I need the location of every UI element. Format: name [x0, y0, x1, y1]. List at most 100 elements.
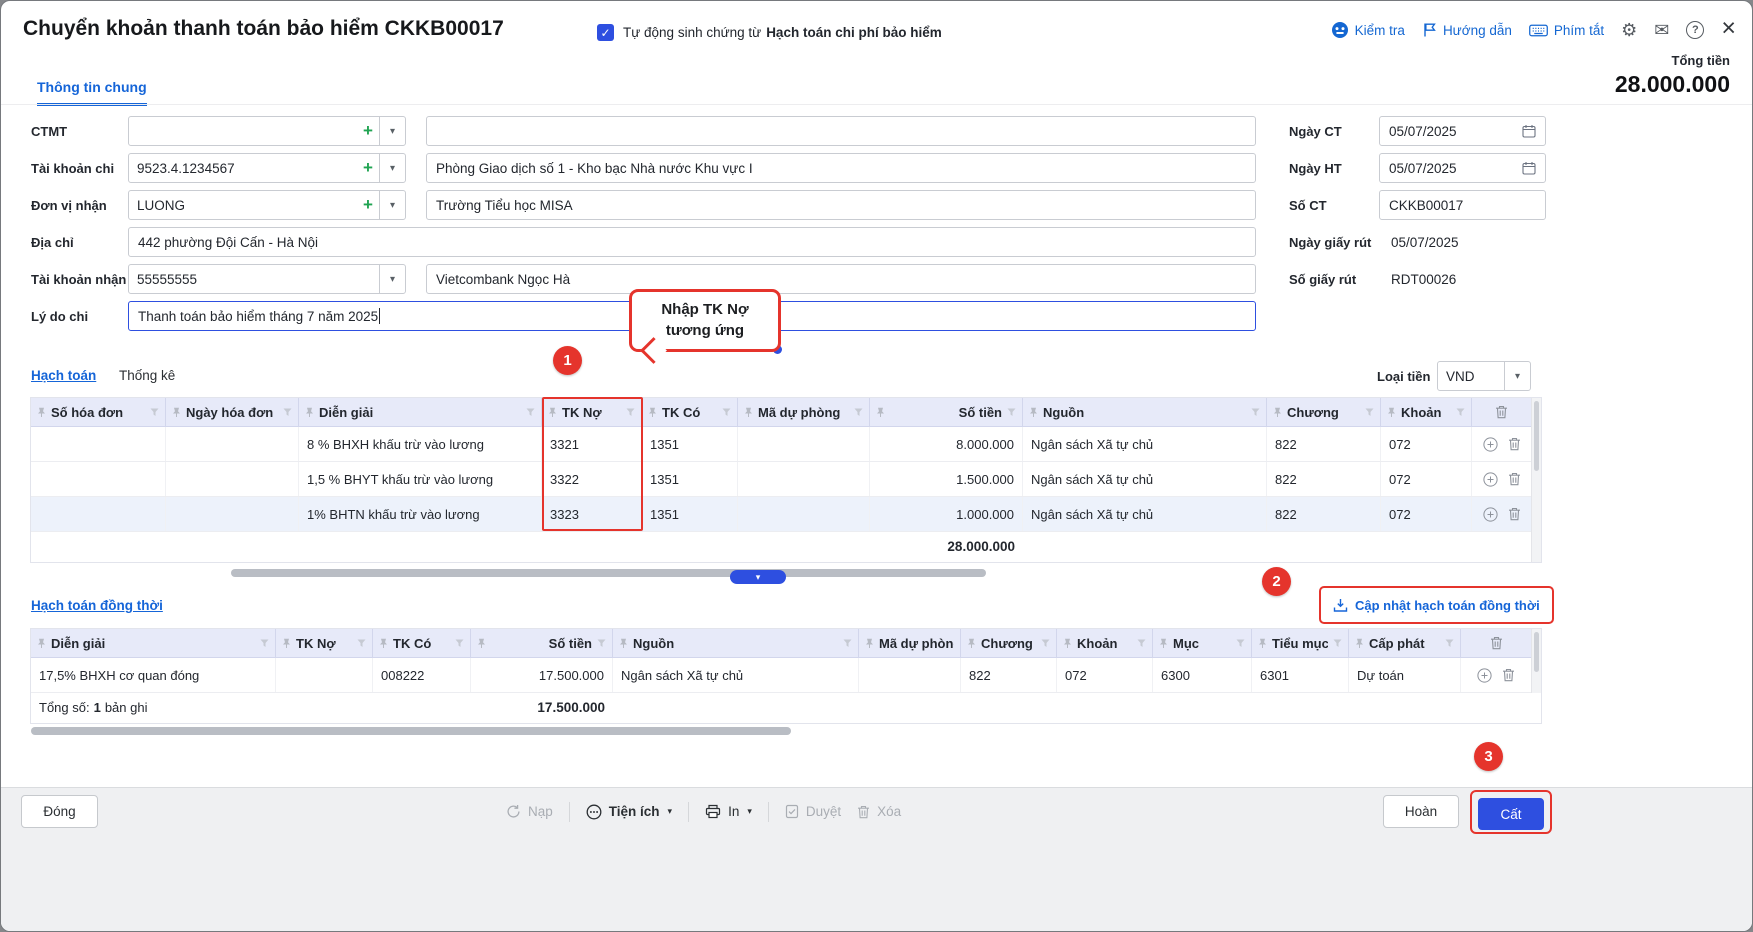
cell-ma-du-phong[interactable] [738, 497, 870, 531]
help-icon[interactable]: ? [1686, 21, 1704, 39]
ctmt-input[interactable] [129, 117, 357, 145]
duyet-button[interactable]: Duyệt [785, 804, 841, 819]
cell-tk-co[interactable]: 008222 [373, 658, 471, 692]
xoa-button[interactable]: Xóa [857, 804, 901, 819]
col-header-actions[interactable] [1472, 398, 1531, 426]
cell-tk-no[interactable]: 3322 [542, 462, 642, 496]
col-header-tk-co[interactable]: TK Có [373, 629, 471, 657]
cell-chuong[interactable]: 822 [1267, 497, 1381, 531]
cell-chuong[interactable]: 822 [1267, 462, 1381, 496]
hoan-button[interactable]: Hoàn [1383, 795, 1459, 828]
cell-khoan[interactable]: 072 [1057, 658, 1153, 692]
tien-ich-button[interactable]: Tiện ích ▾ [586, 804, 672, 820]
cell-khoan[interactable]: 072 [1381, 427, 1472, 461]
tai-khoan-nhan-desc-input[interactable]: Vietcombank Ngọc Hà [426, 264, 1256, 294]
update-simultaneous-button[interactable]: Cập nhật hạch toán đồng thời [1323, 590, 1550, 620]
add-row-icon[interactable] [1483, 437, 1498, 452]
filter-icon[interactable] [843, 639, 852, 648]
cell-ma-du-phong[interactable] [859, 658, 961, 692]
cell-cap-phat[interactable]: Dự toán [1349, 658, 1461, 692]
col-header-tk-co[interactable]: TK Có [642, 398, 738, 426]
cell-so-hoa-don[interactable] [31, 427, 166, 461]
horizontal-scrollbar-thumb[interactable] [31, 727, 791, 735]
tab-thong-ke[interactable]: Thống kê [119, 368, 175, 383]
col-header-nguon[interactable]: Nguồn [1023, 398, 1267, 426]
tai-khoan-chi-input[interactable]: 9523.4.1234567 [129, 154, 357, 182]
filter-icon[interactable] [150, 408, 159, 417]
tai-khoan-nhan-input[interactable]: 55555555 [129, 265, 379, 293]
filter-icon[interactable] [626, 408, 635, 417]
cat-button[interactable]: Cất [1478, 798, 1544, 830]
col-header-actions[interactable] [1461, 629, 1531, 657]
filter-icon[interactable] [1236, 639, 1245, 648]
close-icon[interactable]: × [1721, 16, 1736, 41]
tab-hach-toan[interactable]: Hạch toán [31, 368, 96, 383]
cell-tk-co[interactable]: 1351 [642, 462, 738, 496]
shortcut-link[interactable]: Phím tắt [1529, 23, 1604, 38]
filter-icon[interactable] [1137, 639, 1146, 648]
col-header-ma-du-phong[interactable]: Mã dự phòng [738, 398, 870, 426]
ctmt-desc-input[interactable] [426, 116, 1256, 146]
filter-icon[interactable] [1251, 408, 1260, 417]
cell-muc[interactable]: 6300 [1153, 658, 1252, 692]
cell-so-tien[interactable]: 17.500.000 [471, 658, 613, 692]
col-header-tk-no[interactable]: TK Nợ [276, 629, 373, 657]
filter-icon[interactable] [722, 408, 731, 417]
guide-link[interactable]: Hướng dẫn [1422, 22, 1512, 38]
col-header-muc[interactable]: Mục [1153, 629, 1252, 657]
col-header-so-tien[interactable]: Số tiền [870, 398, 1023, 426]
add-row-icon[interactable] [1483, 507, 1498, 522]
cell-ngay-hoa-don[interactable] [166, 497, 299, 531]
cell-khoan[interactable]: 072 [1381, 462, 1472, 496]
nap-button[interactable]: Nạp [506, 804, 553, 819]
cell-so-tien[interactable]: 8.000.000 [870, 427, 1023, 461]
tab-thong-tin-chung[interactable]: Thông tin chung [37, 79, 147, 106]
filter-icon[interactable] [1041, 639, 1050, 648]
dong-button[interactable]: Đóng [21, 795, 98, 828]
filter-icon[interactable] [455, 639, 464, 648]
delete-row-icon[interactable] [1502, 668, 1515, 682]
col-header-dien-giai[interactable]: Diễn giải [31, 629, 276, 657]
cell-ngay-hoa-don[interactable] [166, 427, 299, 461]
chevron-down-icon[interactable]: ▾ [379, 191, 405, 219]
horizontal-scrollbar-thumb[interactable] [231, 569, 986, 577]
col-header-nguon[interactable]: Nguồn [613, 629, 859, 657]
cell-tk-co[interactable]: 1351 [642, 427, 738, 461]
trash-icon[interactable] [1495, 405, 1508, 419]
col-header-khoan[interactable]: Khoản [1057, 629, 1153, 657]
col-header-so-tien[interactable]: Số tiền [471, 629, 613, 657]
delete-row-icon[interactable] [1508, 472, 1521, 486]
col-header-chuong[interactable]: Chương [961, 629, 1057, 657]
cell-nguon[interactable]: Ngân sách Xã tự chủ [613, 658, 859, 692]
ngay-ct-input[interactable]: 05/07/2025 [1379, 116, 1546, 146]
check-voucher-link[interactable]: Kiểm tra [1331, 21, 1405, 39]
cell-nguon[interactable]: Ngân sách Xã tự chủ [1023, 497, 1267, 531]
so-ct-input[interactable]: CKKB00017 [1379, 190, 1546, 220]
col-header-so-hoa-don[interactable]: Số hóa đơn [31, 398, 166, 426]
cell-nguon[interactable]: Ngân sách Xã tự chủ [1023, 427, 1267, 461]
calendar-icon[interactable] [1522, 124, 1536, 138]
col-header-khoan[interactable]: Khoản [1381, 398, 1472, 426]
cell-chuong[interactable]: 822 [961, 658, 1057, 692]
vertical-scrollbar[interactable] [1531, 398, 1541, 562]
col-header-ngay-hoa-don[interactable]: Ngày hóa đơn [166, 398, 299, 426]
tai-khoan-chi-desc-input[interactable]: Phòng Giao dịch số 1 - Kho bạc Nhà nước … [426, 153, 1256, 183]
cell-so-hoa-don[interactable] [31, 497, 166, 531]
cell-chuong[interactable]: 822 [1267, 427, 1381, 461]
add-ctmt-icon[interactable]: + [357, 117, 379, 145]
gear-icon[interactable]: ⚙ [1621, 21, 1637, 39]
col-header-ma-du-phong[interactable]: Mã dự phòng [859, 629, 961, 657]
cell-dien-giai[interactable]: 1% BHTN khấu trừ vào lương [299, 497, 542, 531]
chevron-down-icon[interactable]: ▾ [1504, 362, 1530, 390]
delete-row-icon[interactable] [1508, 437, 1521, 451]
cell-ma-du-phong[interactable] [738, 462, 870, 496]
dia-chi-input[interactable]: 442 phường Đội Cấn - Hà Nội [128, 227, 1256, 257]
add-row-icon[interactable] [1477, 668, 1492, 683]
col-header-chuong[interactable]: Chương [1267, 398, 1381, 426]
filter-icon[interactable] [1445, 639, 1454, 648]
filter-icon[interactable] [260, 639, 269, 648]
cell-tk-no[interactable]: 3321 [542, 427, 642, 461]
add-receiver-icon[interactable]: + [357, 191, 379, 219]
cell-tk-no[interactable] [276, 658, 373, 692]
filter-icon[interactable] [1333, 639, 1342, 648]
